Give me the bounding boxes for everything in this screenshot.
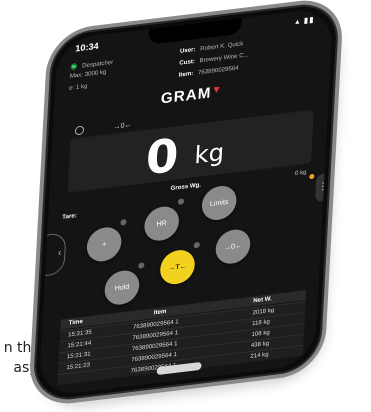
plus-led-icon <box>120 218 127 226</box>
gross-weight-value: 0 kg <box>294 169 307 178</box>
logo-triangle-icon: ▼ <box>211 84 223 97</box>
customer-value[interactable]: Brewery Wine C... <box>199 52 248 64</box>
device-name: Despatcher <box>81 59 114 70</box>
phone-frame: 10:34 ▴ ▮▮ ◉ Despatcher Max: 3000 kg e: … <box>27 0 345 409</box>
column-header-net-weight: Net W. <box>253 296 272 305</box>
zero-indicator: →0← <box>113 121 132 131</box>
previous-page-icon[interactable]: ‹ <box>38 232 67 278</box>
weight-unit: kg <box>193 138 225 170</box>
weight-display: 0 kg <box>67 109 314 193</box>
zero-button[interactable]: →0← <box>214 227 252 266</box>
user-key: User: <box>179 46 196 55</box>
status-time: 10:34 <box>75 40 99 54</box>
cell-net-weight: 118 kg <box>251 319 270 328</box>
weight-value: 0 <box>144 127 180 186</box>
tare-led-icon <box>193 241 200 249</box>
app-screen: 10:34 ▴ ▮▮ ◉ Despatcher Max: 3000 kg e: … <box>38 6 334 398</box>
status-dot-icon <box>309 173 315 180</box>
wifi-icon: ◉ <box>70 61 78 71</box>
cell-net-weight: 438 kg <box>250 340 270 350</box>
cell-net-weight: 108 kg <box>251 329 270 339</box>
status-icons: ▴ ▮▮ <box>295 14 315 27</box>
hr-button[interactable]: HR <box>143 204 180 243</box>
hold-button[interactable]: Hold <box>103 268 141 307</box>
gross-weight-label: Gross Wg. <box>170 182 202 193</box>
column-header-time: Time <box>68 318 83 327</box>
side-menu-tab[interactable]: ⋮ <box>314 172 331 203</box>
customer-key: Cust: <box>179 58 196 67</box>
stability-icon <box>74 125 85 136</box>
user-value[interactable]: Robert K. Quick <box>200 41 243 52</box>
tare-label: Tare: <box>62 213 77 221</box>
cell-net-weight: 214 kg <box>250 351 269 360</box>
column-header-item: Item <box>153 308 167 317</box>
limits-button[interactable]: Limits <box>201 183 238 222</box>
max-capacity: Max: 3000 kg <box>69 69 107 80</box>
plus-button[interactable]: + <box>85 225 123 264</box>
scale-division: e: 1 kg <box>68 83 88 92</box>
item-key: Item: <box>178 70 194 79</box>
hold-led-icon <box>138 262 145 269</box>
tare-button[interactable]: →T← <box>159 248 196 287</box>
item-value[interactable]: 763890029564 <box>198 65 239 76</box>
hr-led-icon <box>177 198 185 205</box>
